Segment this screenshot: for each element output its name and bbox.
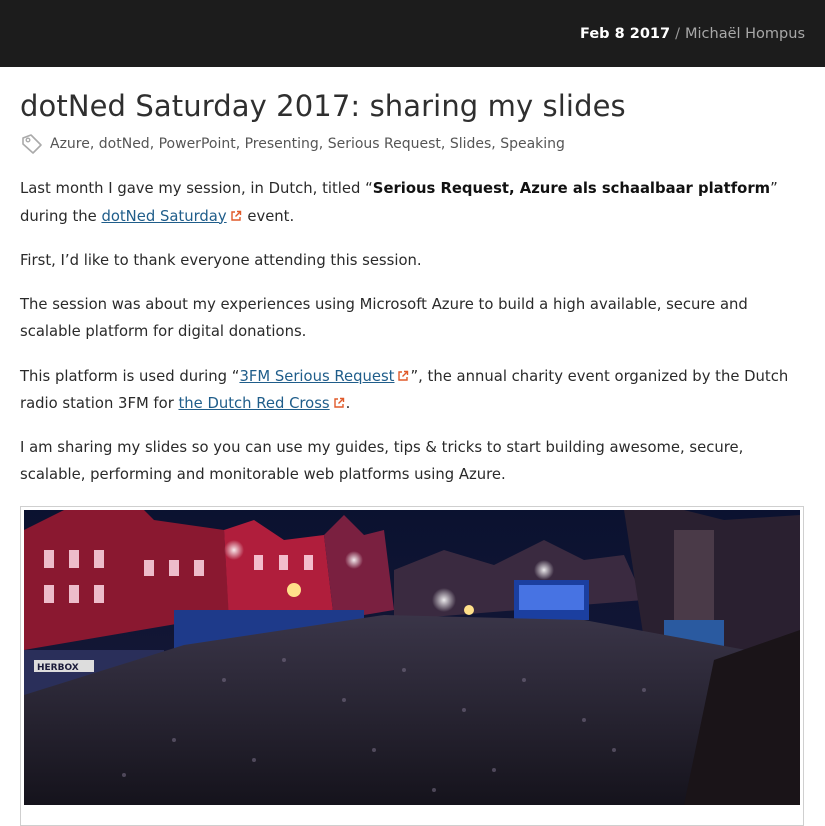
- author-link[interactable]: Michaël Hompus: [685, 26, 805, 42]
- post-title: dotNed Saturday 2017: sharing my slides: [20, 89, 626, 123]
- event-photo[interactable]: HERBOX: [24, 509, 800, 805]
- tag-slides[interactable]: Slides: [450, 136, 491, 152]
- sign-text: HERBOX: [37, 663, 79, 673]
- paragraph-platform: This platform is used during “3FM Seriou…: [20, 367, 789, 413]
- tag-serious-request[interactable]: Serious Request: [328, 136, 441, 152]
- tag-speaking[interactable]: Speaking: [500, 136, 565, 152]
- tags: Azure, dotNed, PowerPoint, Presenting, S…: [50, 136, 565, 152]
- post-date: Feb 8 2017: [580, 25, 671, 42]
- paragraph-session: The session was about my experiences usi…: [20, 295, 748, 341]
- paragraph-sharing: I am sharing my slides so you can use my…: [20, 438, 744, 484]
- top-bar: Feb 8 2017 / Michaël Hompus: [0, 0, 825, 67]
- tag-icon: [22, 134, 42, 154]
- tag-list: Azure, dotNed, PowerPoint, Presenting, S…: [20, 133, 805, 155]
- tag-azure[interactable]: Azure: [50, 136, 90, 152]
- date-author-separator: /: [675, 25, 680, 42]
- dotned-saturday-link[interactable]: dotNed Saturday: [101, 208, 226, 225]
- tag-dotned[interactable]: dotNed: [99, 136, 150, 152]
- tag-presenting[interactable]: Presenting: [245, 136, 319, 152]
- external-link-icon: [333, 397, 344, 408]
- session-title: Serious Request, Azure als schaalbaar pl…: [372, 180, 771, 197]
- paragraph-intro: Last month I gave my session, in Dutch, …: [20, 180, 778, 225]
- external-link-icon: [230, 210, 241, 221]
- external-link-icon: [398, 370, 409, 381]
- paragraph-thanks: First, I’d like to thank everyone attend…: [20, 252, 422, 269]
- post-image-frame: HERBOX: [20, 505, 804, 826]
- tag-powerpoint[interactable]: PowerPoint: [159, 136, 236, 152]
- red-cross-link[interactable]: the Dutch Red Cross: [178, 395, 329, 412]
- event-photo-illustration: HERBOX: [24, 509, 800, 805]
- serious-request-link[interactable]: 3FM Serious Request: [239, 368, 394, 385]
- post-content: dotNed Saturday 2017: sharing my slides …: [0, 89, 825, 826]
